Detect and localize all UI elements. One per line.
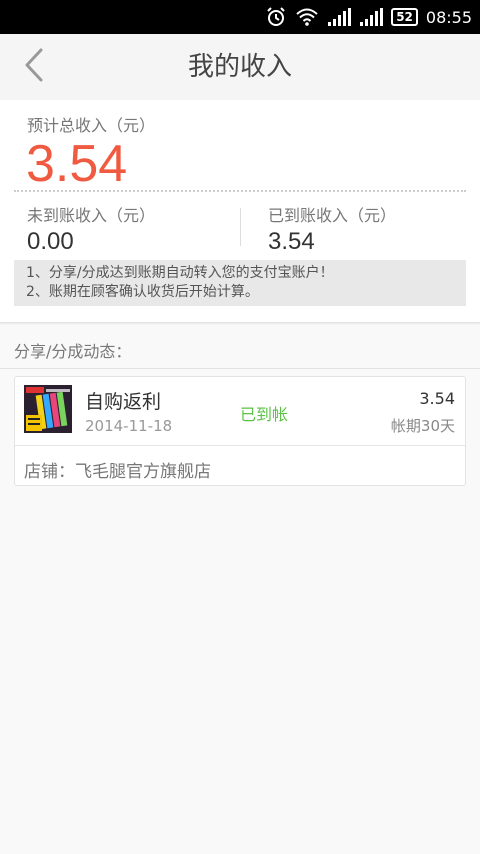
back-button[interactable] <box>14 46 54 88</box>
activity-item-date: 2014-11-18 <box>85 417 173 435</box>
activity-item-amount: 3.54 <box>419 389 455 408</box>
total-income-label: 预计总收入（元） <box>27 116 156 135</box>
activity-item-period: 帐期30天 <box>390 417 455 435</box>
received-income: 已到账收入（元） 3.54 <box>268 202 396 256</box>
status-bar: 52 08:55 <box>0 0 480 34</box>
note-line: 2、账期在顾客确认收货后开始计算。 <box>26 284 259 300</box>
activity-title: 分享/分成动态： <box>14 342 132 361</box>
product-thumbnail <box>24 385 72 433</box>
page-title: 我的收入 <box>187 52 292 82</box>
notes-box: 1、分享/分成达到账期自动转入您的支付宝账户！ 2、账期在顾客确认收货后开始计算… <box>14 260 466 306</box>
header: 我的收入 <box>0 34 480 100</box>
section-shadow <box>0 322 480 325</box>
activity-card[interactable]: 自购返利 2014-11-18 已到帐 3.54 帐期30天 店铺：飞毛腿官方旗… <box>14 376 466 486</box>
signal-icon <box>327 7 352 27</box>
activity-item-store[interactable]: 店铺：飞毛腿官方旗舰店 <box>24 457 211 482</box>
pending-income-value: 0.00 <box>27 228 74 255</box>
status-icons: 52 08:55 <box>265 0 472 34</box>
activity-separator <box>0 368 480 369</box>
note-line: 1、分享/分成达到账期自动转入您的支付宝账户！ <box>26 265 334 281</box>
dotted-divider <box>14 190 466 192</box>
battery-icon: 52 <box>391 8 418 26</box>
status-badge: 已到帐 <box>240 405 289 424</box>
total-income-value: 3.54 <box>26 135 128 193</box>
received-income-value: 3.54 <box>268 228 315 255</box>
alarm-icon <box>265 6 287 28</box>
wifi-icon <box>295 7 319 27</box>
chevron-left-icon <box>23 48 45 86</box>
signal-icon-2 <box>359 7 384 27</box>
pending-income: 未到账收入（元） 0.00 <box>27 202 155 256</box>
status-time: 08:55 <box>425 7 472 27</box>
pending-income-label: 未到账收入（元） <box>27 206 156 225</box>
received-income-label: 已到账收入（元） <box>268 206 397 225</box>
card-divider <box>15 445 465 446</box>
income-summary: 预计总收入（元） 3.54 未到账收入（元） 0.00 已到账收入（元） 3.5… <box>0 100 480 322</box>
activity-item-title: 自购返利 <box>85 391 162 413</box>
vertical-divider <box>240 208 241 246</box>
